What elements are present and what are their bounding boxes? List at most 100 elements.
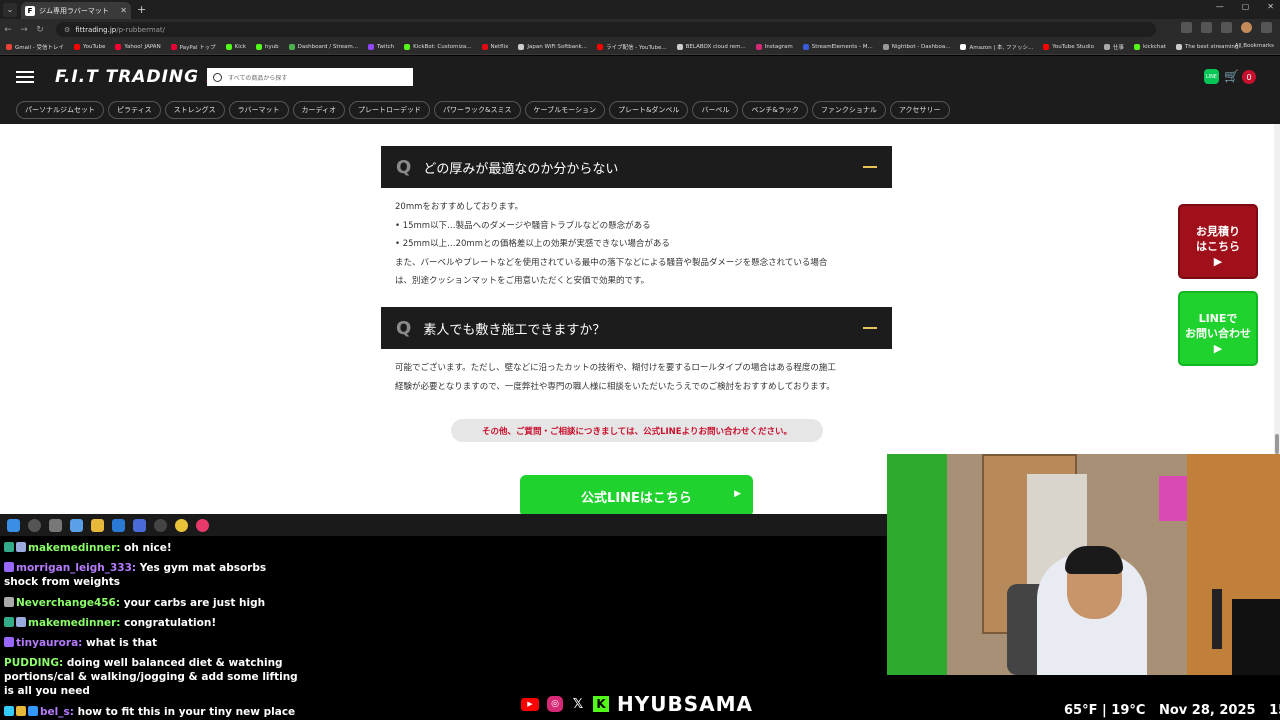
answer-line: また、バーベルやプレートなどを使用されている最中の落下などによる騒音や製品ダメー… [395,257,828,268]
bookmark-item[interactable]: kickchat [1133,44,1166,50]
browser-menu-icon[interactable] [1261,22,1272,33]
store-icon[interactable] [112,518,125,532]
app-icon[interactable] [133,518,146,532]
category-pill[interactable]: パーソナルジムセット [16,101,104,119]
close-tab-icon[interactable]: ✕ [120,6,127,15]
amazon-icon [960,44,967,50]
chat-username: makemedinner: [28,542,121,554]
bookmark-label: YouTube [83,44,106,50]
answer-line: 可能でございます。ただし、壁などに沿ったカットの技術や、糊付けを要するロールタイ… [395,363,836,373]
minimize-icon[interactable]: — [1216,2,1224,11]
bookmark-item[interactable]: Amazon | 本, ファッシ... [960,43,1033,51]
category-pill[interactable]: ピラティス [108,101,161,119]
site-logo[interactable]: F.I.T TRADING F [55,67,219,87]
task-view-icon[interactable] [49,518,62,532]
collapse-icon[interactable] [863,166,877,168]
category-pill[interactable]: ファンクショナル [811,101,886,119]
line-inquiry-button[interactable]: LINEで お問い合わせ ▶ [1178,291,1258,366]
search-icon [213,72,222,82]
chrome-icon[interactable] [175,518,188,532]
bookmark-item[interactable]: Kick [225,44,246,50]
hamburger-menu-icon[interactable] [16,71,34,83]
faq-question-bar[interactable]: Q どの厚みが最適なのか分からない [381,146,892,188]
browser-tabstrip: ⌄ F ジム専用ラバーマット ✕ + — ▢ ✕ [0,0,1280,19]
category-pill[interactable]: プレート&ダンベル [608,101,689,119]
youtube-icon [597,44,604,50]
tab-search-icon[interactable]: ⌄ [3,2,17,17]
browser-tab-active[interactable]: F ジム専用ラバーマット ✕ [21,2,131,19]
bookmark-item[interactable]: Nightbot - Dashboa... [882,44,950,50]
bookmark-star-icon[interactable] [1181,22,1192,33]
file-explorer-icon[interactable] [91,518,104,532]
category-pill[interactable]: ケーブルモーション [524,101,605,119]
collapse-icon[interactable] [863,327,877,329]
bookmark-item[interactable]: Yahoo! JAPAN [115,44,161,50]
bookmark-item[interactable]: hyub [255,44,279,50]
category-pill[interactable]: ラバーマット [228,101,289,119]
faq-question-bar[interactable]: Q 素人でも敷き施工できますか？ [381,307,892,349]
answer-line: 経験が必要となりますので、一度弊社や専門の職人様に相談をいただいたうえでのご検討… [395,381,835,392]
browser-toolbar: ← → ↻ ⚙ fittrading.jp /p-rubbermat/ [0,19,1280,40]
scroll-thumb[interactable] [1275,434,1279,454]
sword-badge-icon [4,706,14,716]
search-icon[interactable] [28,518,41,532]
close-window-icon[interactable]: ✕ [1267,2,1274,11]
bookmark-label: YouTube Studio [1052,44,1094,50]
diamond-badge-icon [4,597,14,607]
bookmark-label: KickBot: Customiza... [413,44,472,50]
contact-note: その他、ご質問・ご相談につきましては、公式LINEよりお問い合わせください。 [451,419,823,442]
bookmark-item[interactable]: Twitch [368,44,394,50]
bookmark-item[interactable]: YouTube [74,44,105,50]
category-pill[interactable]: ベンチ&ラック [742,101,808,119]
forward-icon[interactable]: → [16,25,32,35]
new-tab-icon[interactable]: + [137,3,146,16]
chat-text: congratulation! [124,617,217,629]
bookmark-item[interactable]: YouTube Studio [1043,44,1094,50]
answer-line: 20mmをおすすめしております。 [395,202,524,212]
extension-icon[interactable] [1201,22,1212,33]
bookmark-item[interactable]: Japan WiFi Softbank... [518,44,587,50]
bookmark-item[interactable]: Netflix [481,44,508,50]
cube-badge-icon [28,706,38,716]
bookmark-item[interactable]: BELABOX cloud rem... [676,44,746,50]
answer-line: は、別途クッションマットをご用意いただくと安価で効果的です。 [395,276,650,286]
bookmark-item[interactable]: PayPal トップ [170,43,216,51]
category-pill[interactable]: バーベル [692,101,739,119]
site-info-icon[interactable]: ⚙ [64,26,70,34]
all-bookmarks[interactable]: All Bookmarks [1235,43,1274,49]
official-line-button[interactable]: 公式LINEはこちら ▶ [520,475,753,514]
bookmark-item[interactable]: The best streaming... [1175,44,1244,50]
profile-avatar[interactable] [1241,22,1252,33]
maximize-icon[interactable]: ▢ [1242,2,1250,11]
category-pill[interactable]: カーディオ [292,101,346,119]
nightbot-icon [882,44,889,50]
kick-icon [1133,44,1140,50]
folder-icon [1103,44,1110,50]
site-search-input[interactable]: すべての商品から探す [207,68,413,86]
bookmark-item[interactable]: Instagram [755,44,793,50]
category-pill[interactable]: アクセサリー [889,101,950,119]
extensions-puzzle-icon[interactable] [1221,22,1232,33]
category-pill[interactable]: ストレングス [164,101,225,119]
bookmark-item[interactable]: KickBot: Customiza... [404,44,472,50]
bookmark-item[interactable]: Dashboard / Stream... [288,44,358,50]
address-bar[interactable]: ⚙ fittrading.jp /p-rubbermat/ [56,22,1156,37]
back-icon[interactable]: ← [0,25,16,35]
windows-start-icon[interactable] [7,518,20,532]
line-icon[interactable]: LINE [1204,69,1219,84]
chat-message: morrigan_leigh_333: Yes gym mat absorbs … [4,561,300,589]
obs-icon[interactable] [154,518,167,532]
media-player-icon[interactable] [196,518,209,532]
category-pill[interactable]: パワーラック&スミス [434,101,521,119]
widgets-icon[interactable] [70,518,83,532]
reload-icon[interactable]: ↻ [32,25,48,35]
bookmark-item[interactable]: 仕事 [1103,43,1124,51]
bookmarks-bar: Gmail - 受信トレイ YouTube Yahoo! JAPAN PayPa… [0,40,1280,55]
bookmark-item[interactable]: StreamElements - M... [802,44,873,50]
category-pill[interactable]: プレートローデッド [349,101,431,119]
cart-icon[interactable]: 🛒 [1224,70,1239,82]
bookmark-item[interactable]: Gmail - 受信トレイ [6,43,64,51]
bookmark-item[interactable]: ライブ配信 - YouTube... [597,43,667,51]
green-screen [887,454,947,675]
quote-request-button[interactable]: お見積り はこちら ▶ [1178,204,1258,279]
